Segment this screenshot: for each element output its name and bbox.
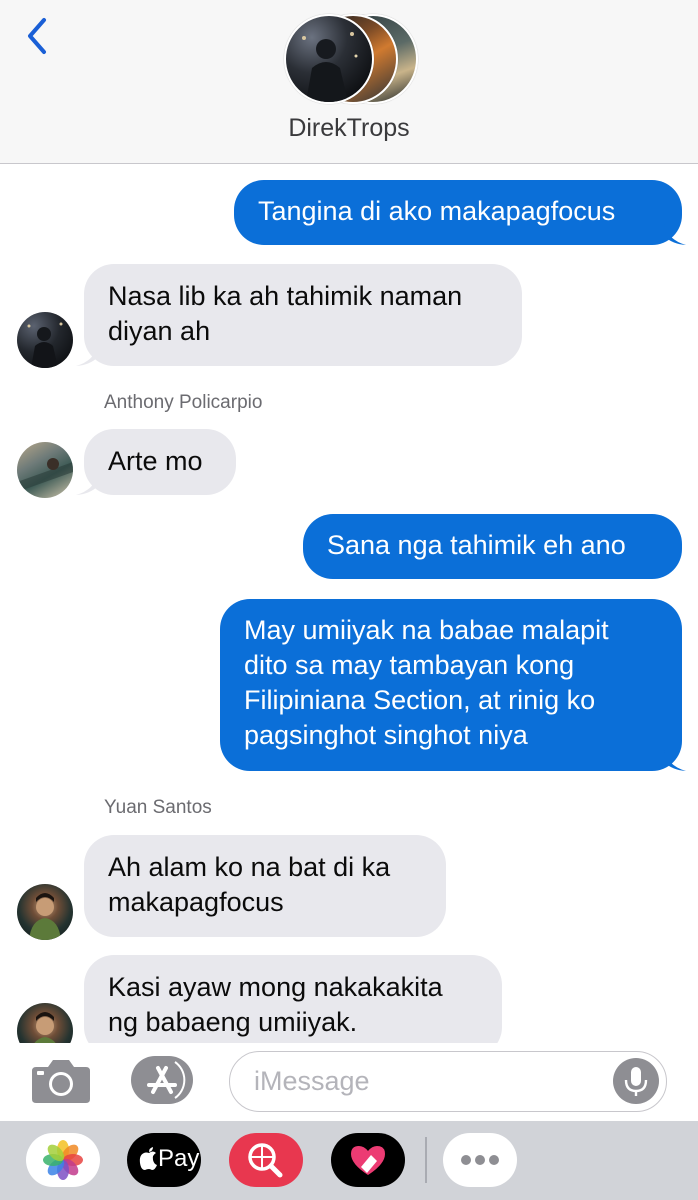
message-bubble-incoming[interactable]: Ah alam ko na bat di ka makapagfocus [84,835,446,937]
apple-pay-label: Pay [158,1145,200,1172]
web-search-icon[interactable] [229,1133,303,1187]
message-text: Tangina di ako makapagfocus [258,196,616,226]
message-bubble-incoming[interactable]: Arte mo [84,429,236,495]
bubble-tail [664,224,686,245]
message-bubble-outgoing[interactable]: Sana nga tahimik eh ano [303,514,682,579]
group-avatar-stack[interactable] [282,14,422,104]
tray-divider [425,1137,427,1183]
conversation-header: DirekTrops [0,0,698,164]
message-text: Nasa lib ka ah tahimik naman diyan ah [108,281,463,346]
message-bubble-incoming[interactable]: Kasi ayaw mong nakakakita ng babaeng umi… [84,955,502,1057]
message-bubble-incoming[interactable]: Nasa lib ka ah tahimik naman diyan ah [84,264,522,366]
sender-name: Yuan Santos [104,797,212,818]
message-text: Kasi ayaw mong nakakakita ng babaeng umi… [108,972,443,1037]
message-bubble-outgoing[interactable]: Tangina di ako makapagfocus [234,180,682,245]
more-icon[interactable] [443,1133,517,1187]
message-text: May umiiyak na babae malapit dito sa may… [244,615,609,750]
message-bubble-outgoing[interactable]: May umiiyak na babae malapit dito sa may… [220,599,682,771]
conversation-title[interactable]: DirekTrops [0,114,698,143]
imessage-input[interactable]: iMessage [229,1051,667,1112]
avatar[interactable] [17,312,73,368]
message-text: Ah alam ko na bat di ka makapagfocus [108,852,391,917]
imessage-placeholder: iMessage [254,1066,370,1096]
sender-name: Anthony Policarpio [104,392,263,413]
group-member-avatar [284,14,374,104]
avatar[interactable] [17,884,73,940]
microphone-icon[interactable] [613,1058,659,1104]
apple-pay-icon[interactable]: Pay [127,1133,201,1187]
digital-touch-icon[interactable] [331,1133,405,1187]
camera-icon[interactable] [30,1057,92,1105]
bubble-tail [76,345,98,366]
bubble-tail [664,750,686,771]
chevron-left-icon[interactable] [22,14,52,58]
app-store-icon[interactable] [131,1056,193,1104]
bubble-tail [76,474,98,495]
avatar[interactable] [17,442,73,498]
photos-icon[interactable] [26,1133,100,1187]
message-text: Sana nga tahimik eh ano [327,530,626,560]
message-text: Arte mo [108,446,203,476]
